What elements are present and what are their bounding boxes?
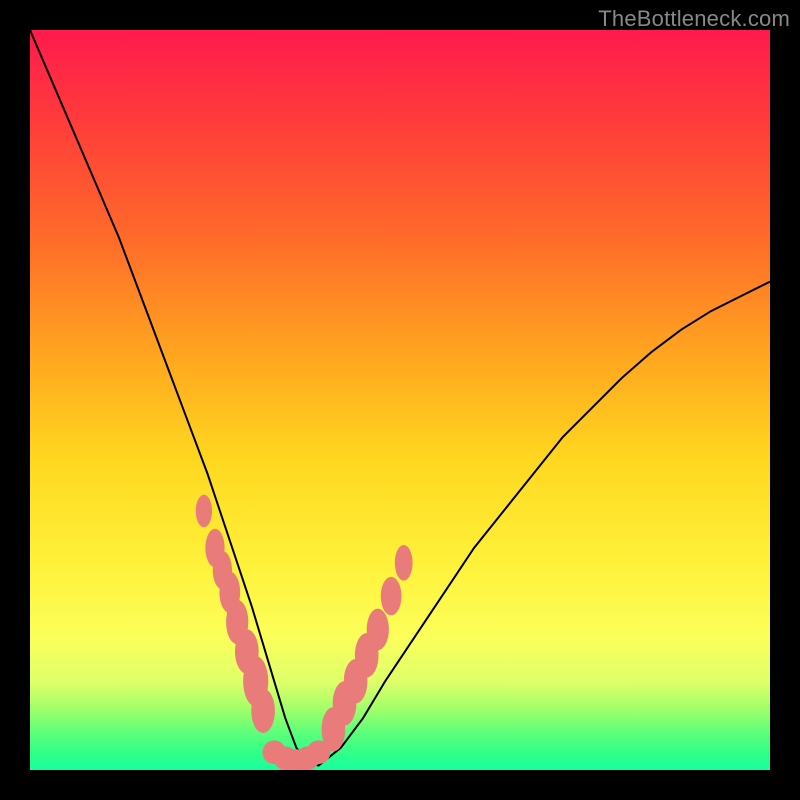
bottleneck-curve <box>30 30 770 766</box>
data-marker <box>395 545 413 581</box>
data-marker <box>196 495 212 528</box>
data-marker <box>251 689 275 733</box>
bottleneck-chart <box>30 30 770 770</box>
data-marker <box>367 609 389 650</box>
chart-container: TheBottleneck.com <box>0 0 800 800</box>
data-marker <box>381 577 402 615</box>
watermark-text: TheBottleneck.com <box>598 6 790 32</box>
plot-area <box>30 30 770 770</box>
